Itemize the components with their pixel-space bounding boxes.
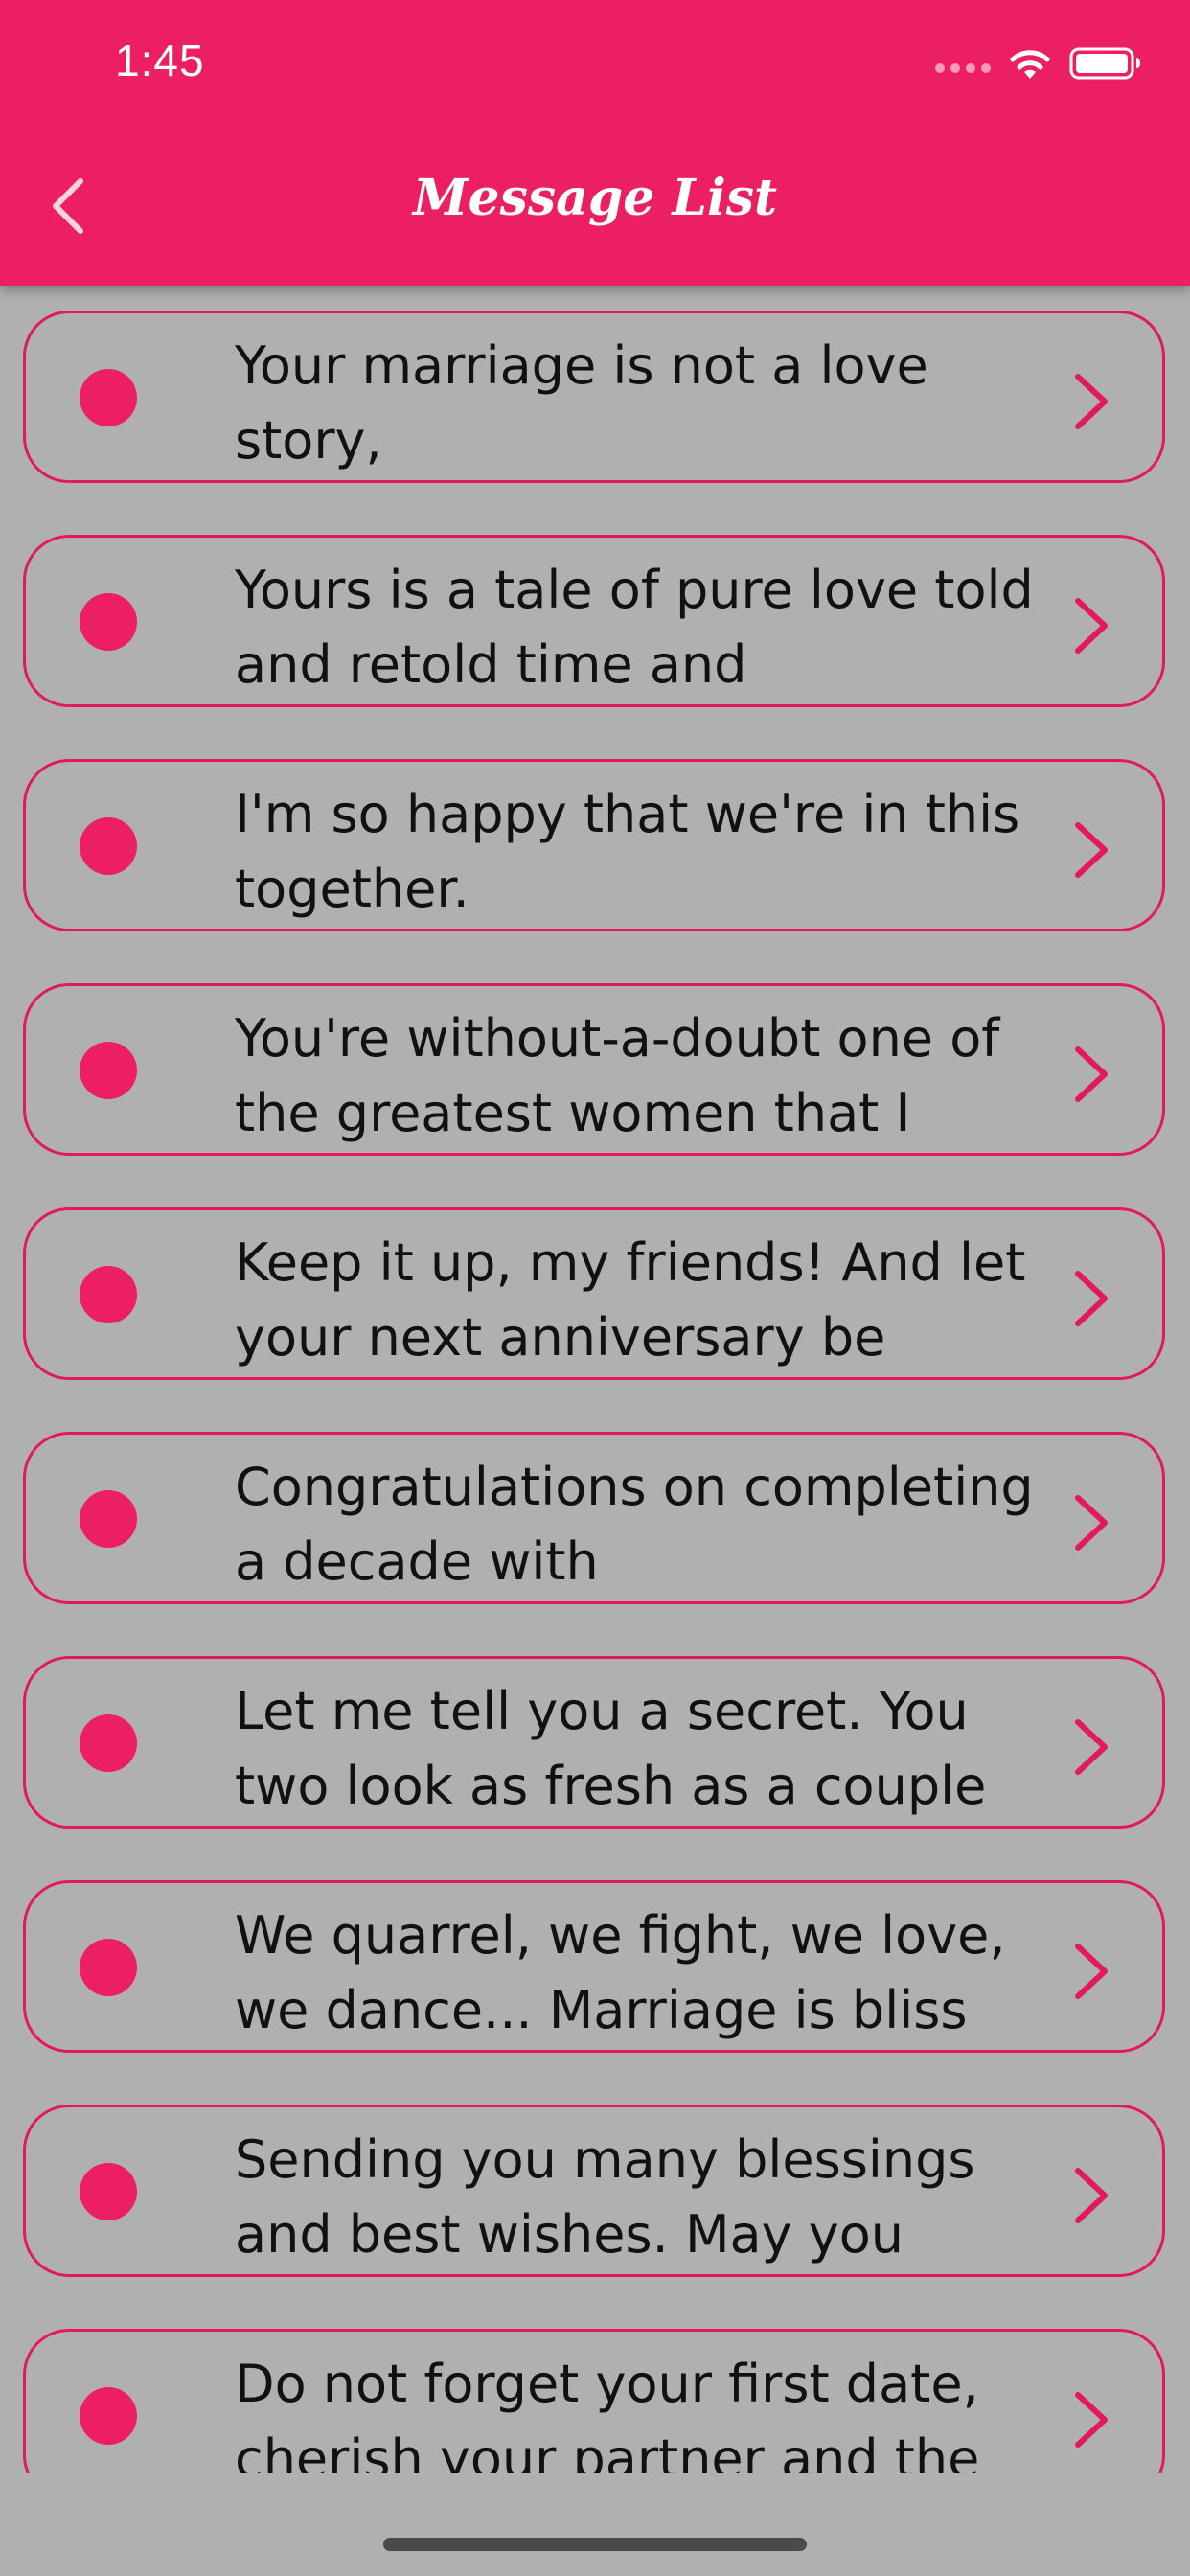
message-item[interactable]: Yours is a tale of pure love told and re… <box>23 535 1165 707</box>
bullet-dot-icon <box>80 817 137 875</box>
chevron-right-icon <box>1075 598 1108 654</box>
message-text: Do not forget your first date, cherish y… <box>235 2354 980 2472</box>
bullet-dot-icon <box>80 1490 137 1548</box>
message-item[interactable]: Keep it up, my friends! And let your nex… <box>23 1208 1165 1380</box>
message-item[interactable]: Let me tell you a secret. You two look a… <box>23 1656 1165 1828</box>
message-item[interactable]: You're without-a-doubt one of the greate… <box>23 983 1165 1156</box>
message-text: I'm so happy that we're in this together… <box>235 784 1020 919</box>
page-title: Message List <box>412 169 778 227</box>
message-text: Congratulations on completing a decade w… <box>235 1457 1034 1592</box>
message-item[interactable]: Your marriage is not a love story, <box>23 310 1165 483</box>
bullet-dot-icon <box>80 1714 137 1772</box>
chevron-right-icon <box>1075 822 1108 878</box>
home-indicator[interactable] <box>383 2538 807 2551</box>
message-item[interactable]: We quarrel, we fight, we love, we dance.… <box>23 1880 1165 2053</box>
message-text: Your marriage is not a love story, <box>235 335 928 471</box>
cellular-signal-icon <box>935 63 991 73</box>
chevron-right-icon <box>1075 374 1108 429</box>
app-header: 1:45 Message List <box>0 0 1190 286</box>
message-text: We quarrel, we fight, we love, we dance.… <box>235 1905 1006 2040</box>
message-text: Keep it up, my friends! And let your nex… <box>235 1232 1026 1368</box>
message-item[interactable]: Sending you many blessings and best wish… <box>23 2104 1165 2277</box>
battery-icon <box>1069 47 1140 80</box>
message-item[interactable]: I'm so happy that we're in this together… <box>23 759 1165 932</box>
bullet-dot-icon <box>80 2387 137 2445</box>
bullet-dot-icon <box>80 1939 137 1996</box>
status-time: 1:45 <box>115 35 205 85</box>
message-text: Let me tell you a secret. You two look a… <box>235 1681 987 1816</box>
chevron-right-icon <box>1075 1046 1108 1102</box>
chevron-right-icon <box>1075 1271 1108 1326</box>
message-text: You're without-a-doubt one of the greate… <box>235 1008 1000 1143</box>
message-item[interactable]: Do not forget your first date, cherish y… <box>23 2329 1165 2472</box>
message-item[interactable]: Congratulations on completing a decade w… <box>23 1432 1165 1604</box>
bullet-dot-icon <box>80 1042 137 1099</box>
bullet-dot-icon <box>80 1266 137 1323</box>
chevron-right-icon <box>1075 2392 1108 2448</box>
message-text: Yours is a tale of pure love told and re… <box>235 560 1034 695</box>
message-text: Sending you many blessings and best wish… <box>235 2129 975 2265</box>
wifi-icon <box>1010 50 1050 79</box>
bullet-dot-icon <box>80 369 137 426</box>
chevron-right-icon <box>1075 1719 1108 1775</box>
chevron-right-icon <box>1075 2168 1108 2223</box>
bullet-dot-icon <box>80 593 137 651</box>
bullet-dot-icon <box>80 2163 137 2220</box>
status-icons <box>935 42 1142 84</box>
chevron-right-icon <box>1075 1944 1108 1999</box>
chevron-right-icon <box>1075 1495 1108 1551</box>
message-list[interactable]: Your marriage is not a love story, Yours… <box>0 286 1190 2472</box>
